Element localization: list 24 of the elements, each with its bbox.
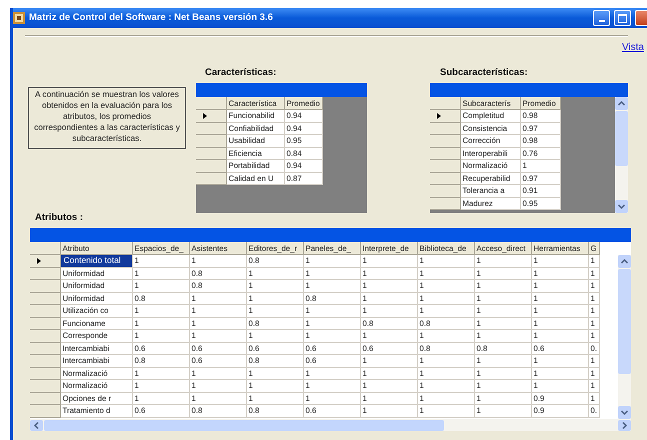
maximize-icon (618, 14, 627, 22)
app-icon (13, 12, 25, 24)
scroll-right-icon[interactable] (618, 420, 631, 430)
link[interactable]: Vista (622, 42, 644, 54)
vertical-scrollbar[interactable] (615, 97, 628, 213)
minimize-button[interactable] (593, 10, 610, 26)
section-label: Atributos : (35, 211, 84, 225)
window-title: Matriz de Control del Software : Net Beans versión 3.6 (29, 10, 274, 25)
vertical-scrollbar[interactable] (618, 255, 631, 419)
section-label: Características: (204, 66, 276, 80)
scroll-left-icon[interactable] (30, 420, 43, 430)
maximize-button[interactable] (614, 10, 631, 26)
table-cell[interactable]: Contenido total (60, 254, 132, 267)
horizontal-scrollbar[interactable] (30, 419, 631, 431)
scroll-up-icon[interactable] (615, 97, 628, 110)
scroll-up-icon[interactable] (618, 255, 631, 268)
section-label: Subcaracterísticas: (439, 66, 528, 80)
scroll-down-icon[interactable] (615, 200, 628, 213)
scroll-thumb[interactable] (618, 269, 631, 374)
scroll-down-icon[interactable] (618, 406, 631, 419)
info-text: A continuación se muestran los valores obtenidos en la evaluación para los atributos, los promedios correspondientes a las características y subcaracterísticas. (28, 87, 186, 149)
close-button[interactable] (635, 10, 647, 26)
scroll-thumb[interactable] (615, 111, 628, 166)
scroll-thumb[interactable] (44, 420, 444, 430)
